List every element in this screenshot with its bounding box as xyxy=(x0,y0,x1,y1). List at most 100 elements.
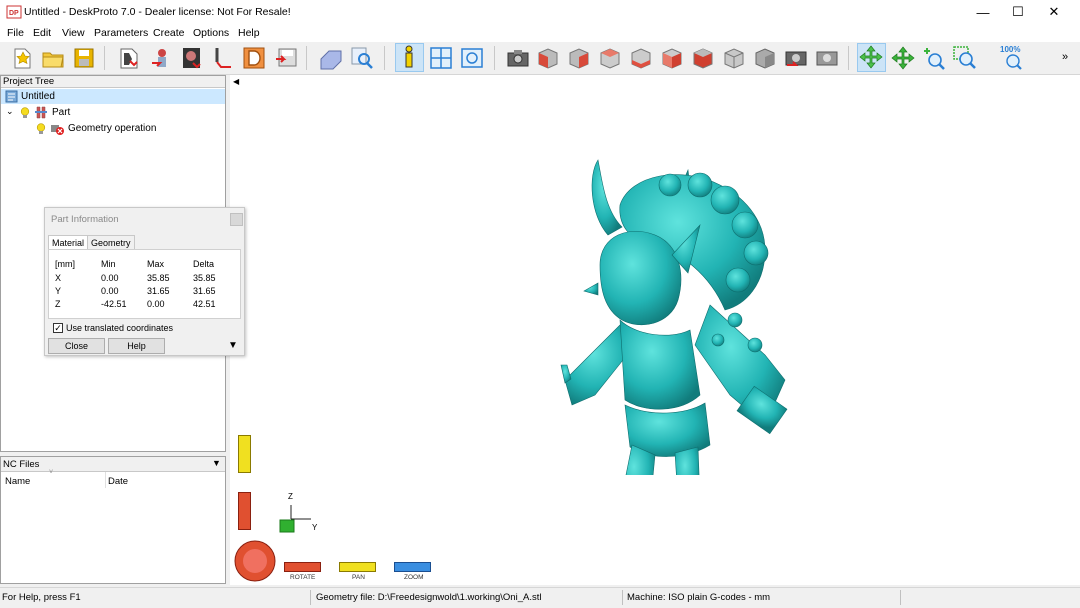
import-geometry-icon xyxy=(120,48,138,69)
collapse-panel-icon[interactable]: ◀ xyxy=(233,77,239,86)
new-file-button[interactable] xyxy=(9,45,35,71)
translated-coordinates-label: Use translated coordinates xyxy=(66,323,174,333)
toolbar-overflow-button[interactable]: » xyxy=(1062,51,1068,63)
cube-view-icon xyxy=(569,48,589,69)
search-button[interactable] xyxy=(349,45,375,71)
chevron-down-icon[interactable]: ⌄ xyxy=(6,106,14,117)
nc-files-panel: NC Files ▼ Name ˅ Date xyxy=(0,456,226,584)
save-icon xyxy=(74,48,94,68)
cell-value: 35.85 xyxy=(147,273,170,283)
zoom-slider[interactable] xyxy=(394,562,431,572)
lightbulb-icon[interactable] xyxy=(36,123,46,135)
import-geometry-button[interactable] xyxy=(116,45,142,71)
tree-item-geometry-operation[interactable]: Geometry operation xyxy=(68,123,156,134)
cube-view-icon xyxy=(724,48,744,69)
part-information-dialog: Part Information Material Geometry [mm] … xyxy=(44,207,245,356)
expand-dialog-icon[interactable]: ▼ xyxy=(228,340,238,351)
dialog-close-box[interactable] xyxy=(230,213,243,226)
menu-help[interactable]: Help xyxy=(238,27,260,39)
menu-view[interactable]: View xyxy=(62,27,85,39)
tree-item-part[interactable]: Part xyxy=(52,107,70,118)
view-left-button[interactable] xyxy=(597,45,623,71)
zoom-100-button[interactable]: 100% xyxy=(998,45,1028,71)
preview-icon xyxy=(461,48,483,68)
app-logo-icon: DP xyxy=(6,4,22,20)
col-header-max: Max xyxy=(147,259,165,269)
close-window-button[interactable]: ✕ xyxy=(1037,0,1071,24)
project-icon xyxy=(5,90,18,103)
tab-material[interactable]: Material xyxy=(48,235,89,249)
menu-options[interactable]: Options xyxy=(193,27,229,39)
minimize-button[interactable]: — xyxy=(966,0,1000,24)
rotate-slider[interactable] xyxy=(284,562,321,572)
part-icon xyxy=(152,49,166,67)
help-button[interactable]: Help xyxy=(108,338,165,354)
info-button[interactable] xyxy=(395,43,424,72)
menu-parameters[interactable]: Parameters xyxy=(94,27,148,39)
minimize-icon: — xyxy=(976,4,990,20)
maximize-button[interactable]: ☐ xyxy=(1001,0,1035,24)
zoom-window-icon xyxy=(953,46,976,69)
geometry-button[interactable] xyxy=(318,45,344,71)
view-top-button[interactable] xyxy=(659,45,685,71)
col-header-unit: [mm] xyxy=(55,259,75,269)
view-iso2-button[interactable] xyxy=(752,45,778,71)
column-header-name-label: Name xyxy=(5,476,31,487)
lightbulb-icon[interactable] xyxy=(20,107,30,119)
tree-item-root[interactable]: Untitled xyxy=(1,89,225,104)
open-button[interactable] xyxy=(40,45,66,71)
bitmap-button[interactable] xyxy=(179,45,205,71)
row-label: Z xyxy=(55,299,61,309)
export-button[interactable] xyxy=(273,45,299,71)
translated-coordinates-checkbox[interactable]: ✓ xyxy=(53,323,63,333)
view-iso-button[interactable] xyxy=(721,45,747,71)
menu-edit[interactable]: Edit xyxy=(33,27,51,39)
nc-files-header[interactable]: NC Files ▼ xyxy=(1,457,225,472)
part-icon xyxy=(35,106,47,119)
col-header-min: Min xyxy=(101,259,116,269)
rotate-z-slider[interactable] xyxy=(238,435,251,473)
pan-button[interactable] xyxy=(890,45,916,71)
camera-button[interactable] xyxy=(505,45,531,71)
zoom-window-button[interactable] xyxy=(952,45,978,71)
zoom-label: ZOOM xyxy=(404,574,424,581)
view-back-button[interactable] xyxy=(566,45,592,71)
drawing-button[interactable] xyxy=(241,45,267,71)
save-view-button[interactable] xyxy=(783,45,809,71)
3d-viewport[interactable]: ◀ Z Y ROTATE PAN ZOOM xyxy=(230,75,1080,585)
chevron-down-icon[interactable]: ▼ xyxy=(212,458,221,468)
view-bottom-button[interactable] xyxy=(690,45,716,71)
rotate-view-icon xyxy=(859,45,883,69)
cell-value: 0.00 xyxy=(101,286,119,296)
project-tree-header: Project Tree xyxy=(1,76,225,88)
window-title: Untitled - DeskProto 7.0 - Dealer licens… xyxy=(24,6,291,18)
restore-view-button[interactable] xyxy=(814,45,840,71)
drawing-icon xyxy=(243,47,265,69)
save-button[interactable] xyxy=(71,45,97,71)
menu-create[interactable]: Create xyxy=(153,27,185,39)
preview-button[interactable] xyxy=(459,45,485,71)
view-front-button[interactable] xyxy=(535,45,561,71)
pan-label: PAN xyxy=(352,574,365,581)
column-header-date[interactable]: Date xyxy=(108,476,128,487)
rotate-x-slider[interactable] xyxy=(238,492,251,530)
nc-files-title: NC Files xyxy=(3,459,40,470)
vector-button[interactable] xyxy=(210,45,236,71)
rotate-dial[interactable] xyxy=(233,539,277,583)
cube-view-icon xyxy=(538,48,558,69)
part-button[interactable] xyxy=(148,45,174,71)
column-header-name[interactable]: Name ˅ xyxy=(1,469,106,488)
cell-value: -42.51 xyxy=(101,299,127,309)
close-button[interactable]: Close xyxy=(48,338,105,354)
pan-slider[interactable] xyxy=(339,562,376,572)
menu-file[interactable]: File xyxy=(7,27,24,39)
zoom-in-button[interactable] xyxy=(921,45,947,71)
tab-geometry[interactable]: Geometry xyxy=(87,235,135,249)
rotate-view-button[interactable] xyxy=(857,43,886,72)
camera-icon xyxy=(785,51,807,66)
geometry-operation-icon xyxy=(51,125,64,135)
view-right-button[interactable] xyxy=(628,45,654,71)
layout-button[interactable] xyxy=(428,45,454,71)
3d-model[interactable] xyxy=(560,155,800,475)
menu-bar: File Edit View Parameters Create Options… xyxy=(0,24,1080,42)
